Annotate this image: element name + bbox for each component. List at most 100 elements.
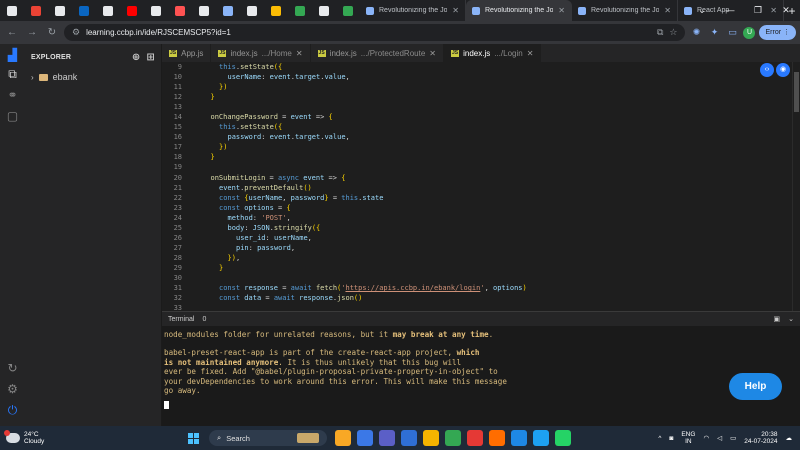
pinned-tab[interactable] [0, 0, 24, 21]
settings-gear-icon[interactable]: ⚙ [5, 382, 20, 397]
terminal-text: go away. [164, 385, 201, 395]
minimize-icon[interactable]: — [716, 0, 744, 21]
power-icon[interactable]: ⏻ [5, 403, 20, 418]
new-file-icon[interactable]: ⊕ [132, 52, 141, 63]
editor-tab-close-icon[interactable]: ✕ [429, 49, 436, 58]
taskbar-app-icon[interactable] [489, 430, 505, 446]
editor-tab[interactable]: JS index.js .../ProtectedRoute ✕ [311, 44, 444, 62]
terminal-tab[interactable]: Terminal [168, 316, 194, 323]
pinned-tab[interactable] [288, 0, 312, 21]
forward-icon[interactable]: → [24, 27, 40, 38]
terminal-output[interactable]: node_modules folder for unrelated reason… [162, 326, 800, 426]
tab-search-icon[interactable]: ⌄ [688, 0, 716, 21]
new-folder-icon[interactable]: ⊞ [146, 52, 155, 63]
chat-icon[interactable]: ▢ [5, 109, 20, 124]
site-info-icon[interactable]: ⚙ [72, 27, 80, 38]
pinned-tab[interactable] [96, 0, 120, 21]
reload-icon[interactable]: ↻ [44, 27, 60, 38]
code-token: { [278, 123, 283, 132]
battery-icon[interactable]: ▭ [730, 434, 736, 442]
generic-page-icon [7, 5, 17, 16]
notification-icon[interactable]: ☁ [786, 434, 793, 442]
code-token: = [261, 294, 274, 303]
help-button[interactable]: Help [729, 373, 782, 400]
maximize-panel-icon[interactable]: ▣ [774, 315, 781, 323]
windows-start-icon[interactable] [188, 432, 199, 444]
editor-tab-close-icon[interactable]: ✕ [527, 49, 534, 58]
folder-ebank[interactable]: › ebank [25, 70, 161, 84]
taskbar-app-icon[interactable] [445, 430, 461, 446]
pinned-tab[interactable] [264, 0, 288, 21]
wifi-icon[interactable]: ◠ [703, 434, 709, 442]
back-icon[interactable]: ← [4, 27, 20, 38]
error-button[interactable]: Error ⋮ [759, 25, 796, 40]
collapse-panel-icon[interactable]: ⌄ [788, 315, 794, 323]
search-highlight-image [297, 433, 319, 443]
weather-widget[interactable]: 24°C Cloudy [0, 430, 180, 445]
editor-tab[interactable]: JS App.js [162, 44, 212, 62]
pinned-tab[interactable] [192, 0, 216, 21]
pinned-tab[interactable] [24, 0, 48, 21]
profile-avatar[interactable]: U [743, 26, 756, 39]
browser-tab[interactable]: Revolutionizing the Job M ✕ [572, 0, 678, 21]
taskbar-app-icon[interactable] [357, 430, 373, 446]
tab-close-icon[interactable]: ✕ [452, 6, 459, 15]
taskbar-app-icon[interactable] [511, 430, 527, 446]
url-text[interactable]: learning.ccbp.in/ide/RJSCEMSCP5?id=1 [86, 28, 651, 37]
install-icon[interactable]: ⧉ [657, 27, 663, 38]
taskbar-app-icon[interactable] [401, 430, 417, 446]
code-editor[interactable]: 9 this.setState({10 userName: event.target… [162, 62, 792, 311]
taskbar-app-icon[interactable] [335, 430, 351, 446]
taskbar-search[interactable]: ⌕ Search [209, 430, 327, 446]
sidebar-panel-icon[interactable]: ▭ [725, 27, 739, 38]
pinned-tab[interactable] [120, 0, 144, 21]
camera-icon[interactable]: ◙ [669, 435, 673, 442]
windows-taskbar: 24°C Cloudy ⌕ Search ^ ◙ ENG IN ◠ ◁ ▭ 20… [0, 426, 800, 450]
scrollbar-thumb[interactable] [794, 72, 799, 112]
taskbar-app-icon[interactable] [423, 430, 439, 446]
clock[interactable]: 20:38 24-07-2024 [744, 431, 777, 445]
generic-page-icon [319, 5, 329, 16]
link-icon[interactable]: ⚭ [5, 88, 20, 103]
taskbar-app-icon[interactable] [379, 430, 395, 446]
editor-tab[interactable]: JS index.js .../Home ✕ [211, 44, 311, 62]
extensions-puzzle-icon[interactable]: ✦ [707, 27, 721, 38]
browser-tab[interactable]: Revolutionizing the Job M ✕ [466, 0, 572, 21]
tab-close-icon[interactable]: ✕ [664, 6, 671, 15]
pinned-tab[interactable] [216, 0, 240, 21]
taskbar-app-icon[interactable] [555, 430, 571, 446]
language-indicator[interactable]: ENG IN [681, 431, 695, 445]
browser-tab[interactable]: Revolutionizing the Job M ✕ [360, 0, 466, 21]
taskbar-app-icon[interactable] [533, 430, 549, 446]
pinned-tab[interactable] [144, 0, 168, 21]
files-icon[interactable]: ⧉ [5, 67, 20, 82]
extension-icon[interactable]: ✺ [689, 27, 703, 38]
speaker-icon[interactable]: ◁ [717, 434, 722, 442]
pinned-tab[interactable] [168, 0, 192, 21]
code-token: method [227, 213, 253, 222]
preview-eye-icon[interactable]: ◉ [776, 63, 790, 77]
system-tray: ^ ◙ ENG IN ◠ ◁ ▭ 20:38 24-07-2024 ☁ [658, 431, 800, 445]
taskbar-app-icon[interactable] [467, 430, 483, 446]
chevron-up-icon[interactable]: ^ [658, 435, 661, 442]
line-number: 20 [173, 173, 182, 182]
editor-scrollbar[interactable] [792, 62, 800, 311]
close-window-icon[interactable]: ✕ [772, 0, 800, 21]
pinned-tab[interactable] [48, 0, 72, 21]
pinned-tab[interactable] [240, 0, 264, 21]
refresh-icon[interactable]: ↻ [5, 361, 20, 376]
pinned-tab[interactable] [72, 0, 96, 21]
tab-close-icon[interactable]: ✕ [558, 6, 565, 15]
activity-bar: ▟ ⧉ ⚭ ▢ ↻ ⚙ ⏻ [0, 44, 25, 426]
pinned-tab[interactable] [336, 0, 360, 21]
code-token: : [252, 213, 262, 222]
bookmark-star-icon[interactable]: ☆ [669, 27, 677, 38]
pinned-tab[interactable] [312, 0, 336, 21]
editor-tab[interactable]: JS index.js .../Login ✕ [443, 44, 542, 62]
code-line: 26 user_id: userName, [162, 233, 792, 243]
terminal-line: babel-preset-react-app is part of the cr… [164, 348, 798, 357]
omnibox[interactable]: ⚙ learning.ccbp.in/ide/RJSCEMSCP5?id=1 ⧉… [64, 24, 686, 41]
editor-tab-close-icon[interactable]: ✕ [296, 49, 303, 58]
maximize-icon[interactable]: ❐ [744, 0, 772, 21]
code-view-icon[interactable]: ‹› [760, 63, 774, 77]
